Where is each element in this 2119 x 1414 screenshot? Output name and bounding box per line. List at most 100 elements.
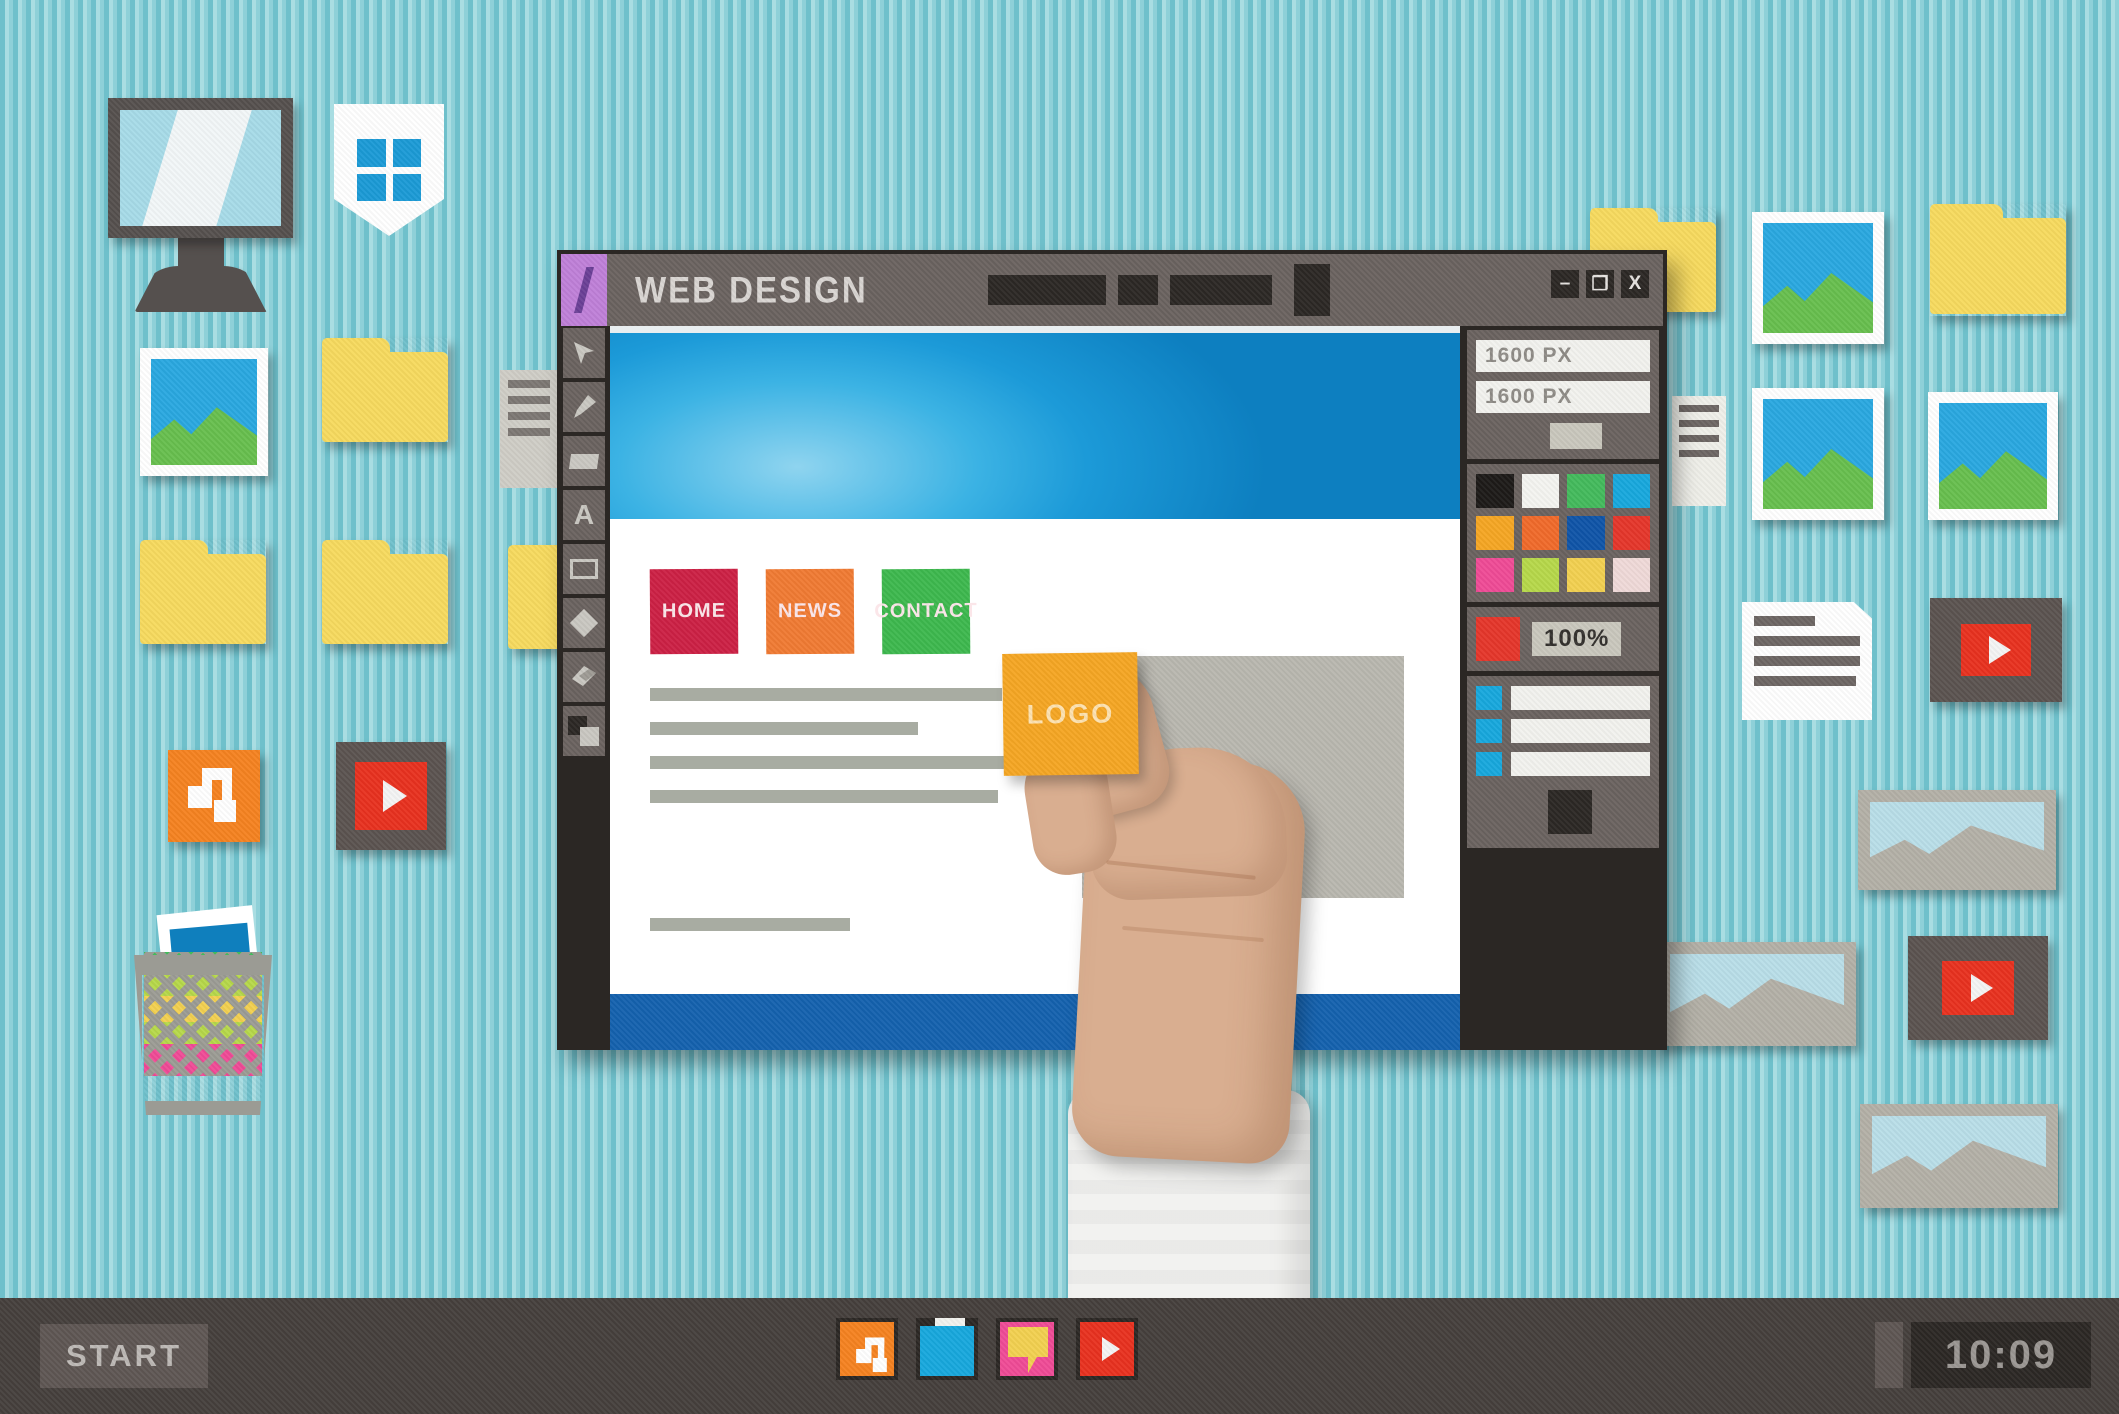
layer-name-bar[interactable] [1511, 719, 1650, 743]
desktop-icon-video-r1[interactable] [1930, 598, 2062, 702]
taskbar-icon-folder[interactable] [916, 1318, 978, 1380]
rectangle-outline-icon [570, 559, 598, 579]
desktop-icon-folder-a[interactable] [322, 338, 448, 442]
desktop-icon-pictures-r2[interactable] [1752, 388, 1884, 520]
window-controls[interactable]: – ❐ X [1551, 270, 1649, 298]
rectangle-tool[interactable] [563, 544, 605, 594]
desktop-icon-pictures-r1[interactable] [1752, 212, 1884, 344]
taskbar-icon-video[interactable] [1076, 1318, 1138, 1380]
layer-visibility-toggle[interactable] [1476, 752, 1502, 776]
desktop-icon-video-r2[interactable] [1908, 936, 2048, 1040]
toolbar-block-2[interactable] [1117, 275, 1158, 305]
brush-tool[interactable] [563, 382, 605, 432]
photo-icon [1763, 223, 1873, 333]
color-palette[interactable] [1476, 474, 1650, 592]
desktop-icon-music[interactable] [168, 750, 260, 842]
nav-button-news[interactable]: NEWS [765, 568, 855, 655]
height-field[interactable]: 1600 PX [1476, 381, 1650, 413]
layer-visibility-toggle[interactable] [1476, 719, 1502, 743]
desktop-icon-pictures-r3[interactable] [1928, 392, 2058, 520]
layer-add-chip[interactable] [1548, 790, 1592, 834]
landscape-icon [1670, 954, 1844, 1034]
swatch-yellow[interactable] [1567, 558, 1605, 592]
layer-row-3[interactable] [1476, 752, 1650, 776]
swatch-pale-pink[interactable] [1612, 558, 1650, 592]
swatch-cyan[interactable] [1612, 474, 1650, 508]
swatch-white[interactable] [1521, 474, 1559, 508]
diamond-icon [569, 608, 599, 638]
layer-row-1[interactable] [1476, 686, 1650, 710]
width-field[interactable]: 1600 PX [1476, 340, 1650, 372]
desktop-icon-document[interactable] [1742, 602, 1872, 720]
music-note-icon [188, 768, 240, 824]
taskbar[interactable]: START 10:09 [0, 1298, 2119, 1414]
desktop-icon-folder-b[interactable] [140, 540, 266, 644]
taskbar-clock[interactable]: 10:09 [1911, 1322, 2091, 1388]
layer-name-bar[interactable] [1511, 686, 1650, 710]
logo-card[interactable]: LOGO [1002, 652, 1139, 776]
nav-button-contact[interactable]: CONTACT [874, 568, 978, 655]
close-button[interactable]: X [1621, 270, 1649, 298]
layer-name-bar[interactable] [1511, 752, 1650, 776]
swatch-lime[interactable] [1521, 558, 1559, 592]
shape-tool[interactable] [563, 598, 605, 648]
swatch-amber[interactable] [1476, 516, 1514, 550]
music-note-icon [856, 1337, 887, 1373]
desktop-icon-recycle-bin[interactable] [128, 905, 278, 1115]
taskbar-icon-music[interactable] [836, 1318, 898, 1380]
window-titlebar[interactable]: WEB DESIGN – ❐ X [561, 254, 1663, 326]
pointer-tool[interactable] [563, 328, 605, 378]
swatch-red[interactable] [1612, 516, 1650, 550]
swatch-black[interactable] [1476, 474, 1514, 508]
layer-visibility-toggle[interactable] [1476, 686, 1502, 710]
desktop-icon-list-left[interactable] [500, 370, 558, 488]
desktop-icon-landscape-1[interactable] [1858, 790, 2056, 890]
eraser-tool[interactable] [563, 652, 605, 702]
folder-icon [322, 338, 448, 442]
layers-section[interactable] [1467, 676, 1659, 848]
zoom-level[interactable]: 100% [1532, 622, 1622, 656]
nav-button-home[interactable]: HOME [649, 568, 739, 655]
properties-panel[interactable]: 1600 PX 1600 PX 100% [1463, 326, 1663, 1050]
minimize-button[interactable]: – [1551, 270, 1579, 298]
color-palette-section[interactable] [1467, 464, 1659, 602]
active-color-chip[interactable] [1476, 617, 1520, 661]
taskbar-icon-group[interactable] [836, 1318, 1138, 1380]
swatch-blue[interactable] [1567, 516, 1605, 550]
taskbar-icon-chat[interactable] [996, 1318, 1058, 1380]
tool-palette[interactable]: A [561, 326, 607, 1050]
zoom-section[interactable]: 100% [1467, 607, 1659, 671]
video-play-icon [1080, 1322, 1134, 1376]
desktop-icon-security[interactable] [334, 104, 444, 236]
desktop-icon-folder-r2[interactable] [1930, 204, 2066, 316]
toolbar-block-1[interactable] [987, 275, 1106, 305]
layer-row-2[interactable] [1476, 719, 1650, 743]
clock-divider [1875, 1322, 1903, 1388]
toolbar-block-3[interactable] [1169, 275, 1272, 305]
canvas-top-edge [610, 326, 1460, 333]
desktop-icon-pictures-left[interactable] [140, 348, 268, 476]
text-line-4 [650, 790, 998, 803]
desktop-icon-video-left[interactable] [336, 742, 446, 850]
toolbar-block-4[interactable] [1293, 264, 1330, 316]
fill-tool[interactable] [563, 436, 605, 486]
titlebar-toolbar[interactable] [987, 264, 1330, 316]
dimensions-section[interactable]: 1600 PX 1600 PX [1467, 330, 1659, 459]
swatch-green[interactable] [1567, 474, 1605, 508]
dimensions-apply-chip[interactable] [1550, 423, 1602, 449]
video-play-icon [1942, 961, 2014, 1015]
desktop-icon-my-computer[interactable] [108, 98, 293, 312]
desktop-icon-folder-c[interactable] [322, 540, 448, 644]
maximize-button[interactable]: ❐ [1586, 270, 1614, 298]
nav-button-row[interactable]: HOME NEWS CONTACT [649, 568, 978, 655]
desktop-icon-list-r[interactable] [1672, 396, 1726, 506]
desktop-icon-landscape-3[interactable] [1860, 1104, 2058, 1208]
hero-banner[interactable] [610, 333, 1460, 519]
swatch-pink[interactable] [1476, 558, 1514, 592]
swatch-orange[interactable] [1521, 516, 1559, 550]
color-picker-tool[interactable] [563, 706, 605, 756]
text-tool[interactable]: A [563, 490, 605, 540]
start-button[interactable]: START [40, 1324, 208, 1388]
desktop-icon-landscape-2[interactable] [1658, 942, 1856, 1046]
video-play-icon [355, 762, 427, 830]
